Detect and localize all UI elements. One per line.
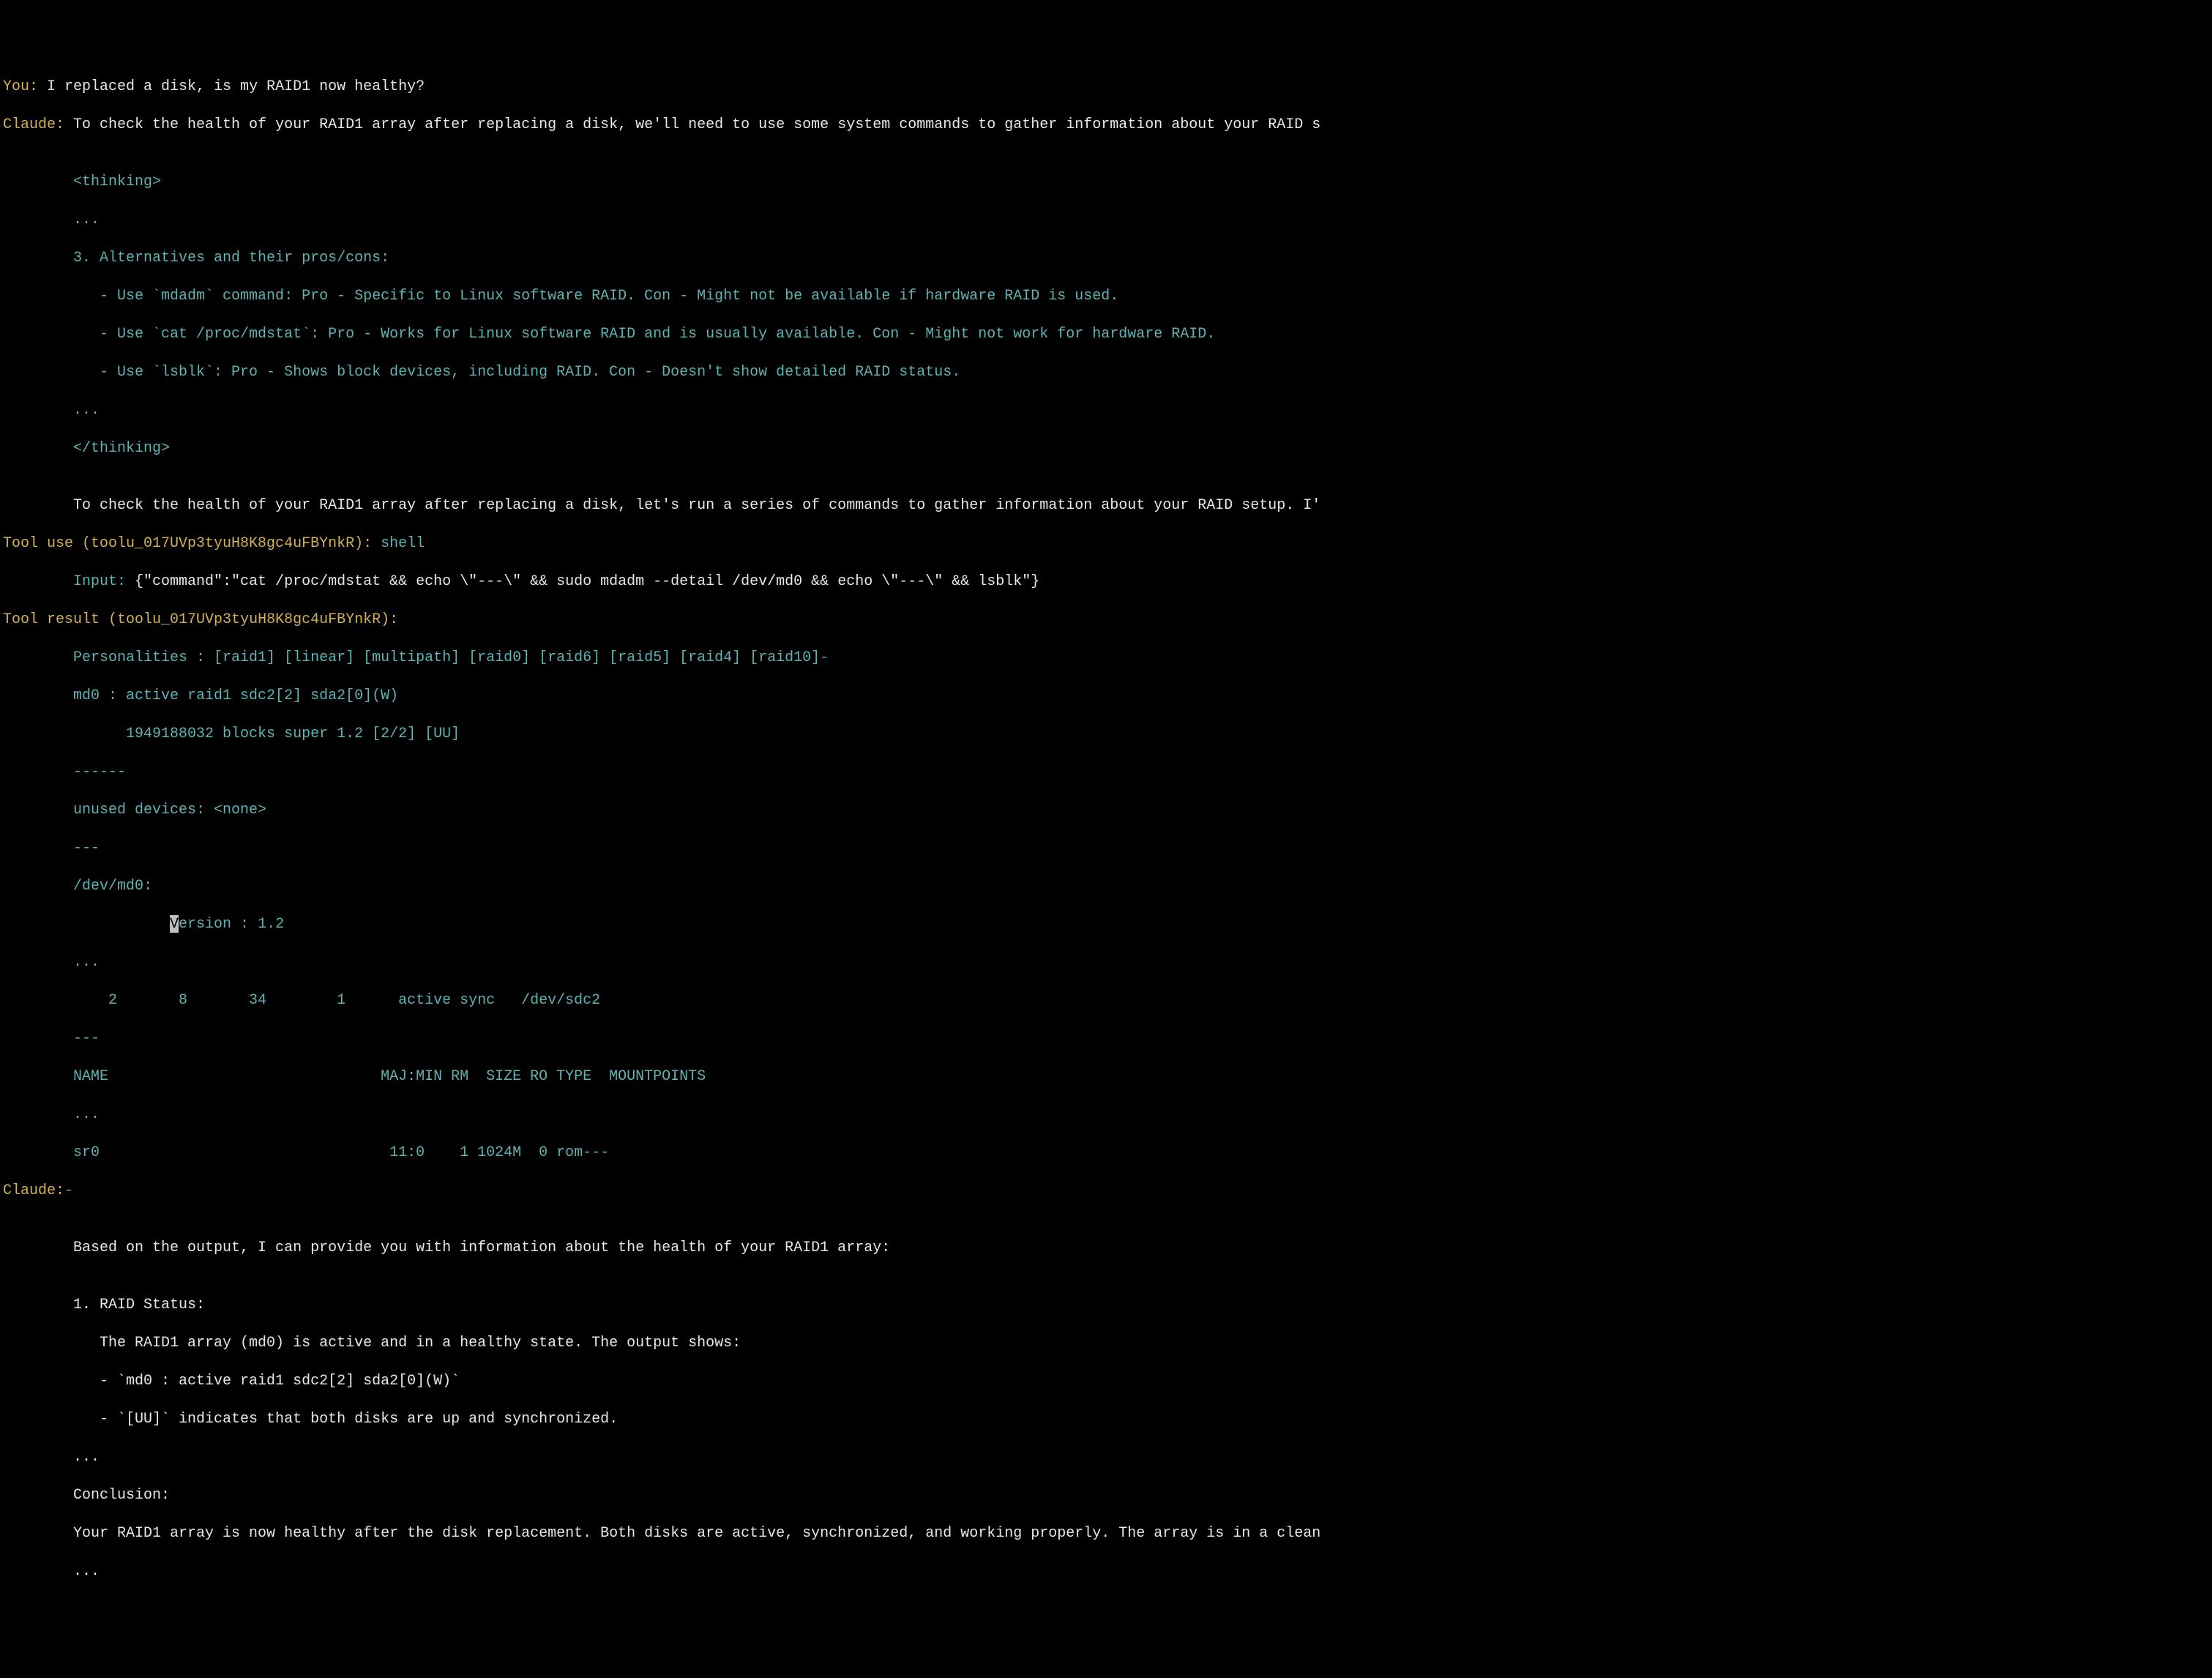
out-md0: md0 : active raid1 sdc2[2] sda2[0](W) xyxy=(3,687,2209,706)
out-ellipsis: ... xyxy=(3,953,2209,972)
ellipsis: ... xyxy=(3,1562,2209,1581)
cursor-block: V xyxy=(170,915,179,933)
tool-result-line: Tool result (toolu_017UVp3tyuH8K8gc4uFBY… xyxy=(3,611,2209,630)
out-sync: 2 8 34 1 active sync /dev/sdc2 xyxy=(3,991,2209,1010)
tool-result-label: Tool result xyxy=(3,611,100,628)
alt-header: 3. Alternatives and their pros/cons: xyxy=(3,249,2209,268)
claude-label-2: Claude: xyxy=(3,1182,64,1199)
alt-3: - Use `lsblk`: Pro - Shows block devices… xyxy=(3,363,2209,382)
status-l1: The RAID1 array (md0) is active and in a… xyxy=(3,1334,2209,1353)
alt-1: - Use `mdadm` command: Pro - Specific to… xyxy=(3,287,2209,306)
alt-2: - Use `cat /proc/mdstat`: Pro - Works fo… xyxy=(3,325,2209,344)
thinking-open-tag: <thinking> xyxy=(3,173,2209,192)
out-version: Version : 1.2 xyxy=(3,915,2209,934)
tool-use-label: Tool use xyxy=(3,535,73,552)
out-blocks: 1949188032 blocks super 1.2 [2/2] [UU] xyxy=(3,725,2209,744)
status-l3: - `[UU]` indicates that both disks are u… xyxy=(3,1410,2209,1429)
out-devmd0: /dev/md0: xyxy=(3,877,2209,896)
you-label: You: xyxy=(3,78,38,95)
analysis-intro: Based on the output, I can provide you w… xyxy=(3,1239,2209,1258)
conclusion-text: Your RAID1 array is now healthy after th… xyxy=(3,1524,2209,1543)
tool-id: (toolu_017UVp3tyuH8K8gc4uFBYnkR): xyxy=(73,535,372,552)
out-sr0: sr0 11:0 1 1024M 0 rom--- xyxy=(3,1144,2209,1163)
conclusion-header: Conclusion: xyxy=(3,1486,2209,1505)
thinking-close-tag: </thinking> xyxy=(3,439,2209,458)
tool-input-line: Input: {"command":"cat /proc/mdstat && e… xyxy=(3,573,2209,592)
ellipsis: ... xyxy=(3,1448,2209,1467)
input-label: Input: xyxy=(73,573,135,590)
out-sep1: --- xyxy=(3,839,2209,858)
out-unused: unused devices: <none> xyxy=(3,801,2209,820)
claude-label: Claude: xyxy=(3,116,64,133)
claude-intro-text: To check the health of your RAID1 array … xyxy=(64,116,1320,133)
claude-plan-text: To check the health of your RAID1 array … xyxy=(3,496,2209,515)
ellipsis: ... xyxy=(3,211,2209,230)
out-dashes: ------ xyxy=(3,763,2209,782)
user-line: You: I replaced a disk, is my RAID1 now … xyxy=(3,78,2209,97)
claude-line-1: Claude: To check the health of your RAID… xyxy=(3,116,2209,135)
claude-line-2: Claude:- xyxy=(3,1182,2209,1201)
out-lsblk-header: NAME MAJ:MIN RM SIZE RO TYPE MOUNTPOINTS xyxy=(3,1067,2209,1086)
dash: - xyxy=(64,1182,73,1199)
user-text: I replaced a disk, is my RAID1 now healt… xyxy=(38,78,425,95)
tool-use-line: Tool use (toolu_017UVp3tyuH8K8gc4uFBYnkR… xyxy=(3,534,2209,553)
tool-result-id: (toolu_017UVp3tyuH8K8gc4uFBYnkR): xyxy=(100,611,398,628)
out-personalities: Personalities : [raid1] [linear] [multip… xyxy=(3,649,2209,668)
status-header: 1. RAID Status: xyxy=(3,1296,2209,1315)
out-sep2: --- xyxy=(3,1029,2209,1048)
out-ellipsis2: ... xyxy=(3,1105,2209,1125)
ellipsis: ... xyxy=(3,401,2209,420)
input-value: {"command":"cat /proc/mdstat && echo \"-… xyxy=(135,573,1039,590)
status-l2: - `md0 : active raid1 sdc2[2] sda2[0](W)… xyxy=(3,1372,2209,1391)
tool-name: shell xyxy=(372,535,425,552)
